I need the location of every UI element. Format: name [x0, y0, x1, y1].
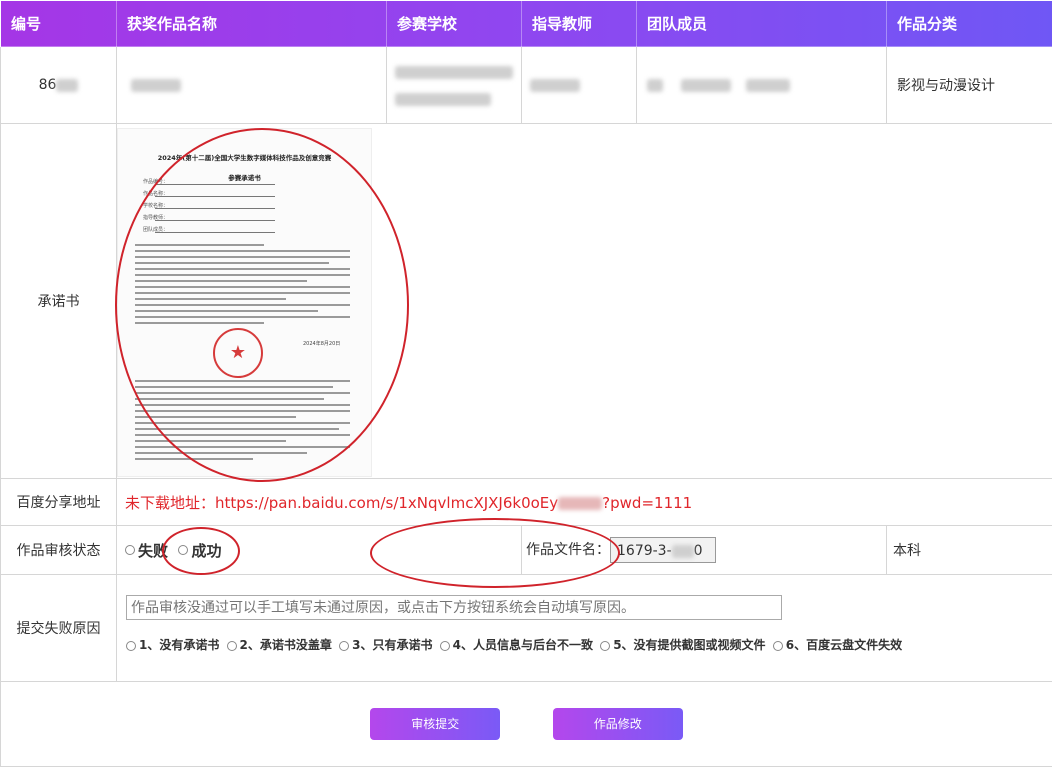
- redacted-block: [56, 78, 79, 92]
- redacted-block: [131, 78, 181, 92]
- degree-cell: 本科: [886, 525, 1052, 575]
- status-success-label: 成功: [191, 541, 222, 560]
- pledge-document-image[interactable]: 2024年(第十二届)全国大学生数字媒体科技作品及创意竞赛 参赛承诺书 作品编号…: [117, 128, 372, 477]
- pledge-doc-title: 2024年(第十二届)全国大学生数字媒体科技作品及创意竞赛: [157, 154, 332, 162]
- entry-team: [636, 46, 887, 124]
- redacted-block: [395, 92, 491, 106]
- status-label: 作品审核状态: [0, 525, 117, 575]
- header-school: 参赛学校: [386, 0, 522, 47]
- reason-label: 提交失败原因: [0, 574, 117, 682]
- redacted-block: [745, 78, 790, 92]
- reason-option-radio[interactable]: [439, 640, 450, 651]
- pledge-doc-date: 2024年8月20日: [303, 341, 341, 347]
- reason-row: 提交失败原因 1、没有承诺书 2、承诺书没盖章 3、只有承诺书 4、人员信息与后…: [0, 574, 1052, 682]
- pledge-row: 承诺书 2024年(第十二届)全国大学生数字媒体科技作品及创意竞赛 参赛承诺书 …: [0, 123, 1052, 479]
- entry-id-text: 86: [38, 77, 57, 93]
- pledge-doc-field: 作品编号：: [143, 179, 275, 185]
- entry-school: [386, 46, 522, 124]
- table-header: 编号 获奖作品名称 参赛学校 指导教师 团队成员 作品分类: [0, 0, 1052, 47]
- reason-options: 1、没有承诺书 2、承诺书没盖章 3、只有承诺书 4、人员信息与后台不一致 5、…: [126, 636, 1052, 653]
- reason-option-radio[interactable]: [339, 640, 350, 651]
- reason-input[interactable]: [126, 595, 782, 620]
- review-table: 编号 获奖作品名称 参赛学校 指导教师 团队成员 作品分类 86 影视与动漫设计…: [0, 0, 1052, 767]
- pledge-label: 承诺书: [0, 123, 117, 479]
- file-name-input[interactable]: 1679-3- 0: [610, 537, 716, 563]
- reason-option-label: 5、没有提供截图或视频文件: [613, 638, 766, 652]
- pledge-doc-body: [135, 244, 350, 328]
- reason-option-radio[interactable]: [126, 640, 136, 651]
- submit-review-button[interactable]: 审核提交: [370, 708, 501, 740]
- entry-id: 86: [0, 46, 117, 124]
- status-row: 作品审核状态 失败 成功 作品文件名： 1679-3- 0 本科: [0, 525, 1052, 575]
- redacted-block: [395, 66, 513, 79]
- pledge-doc-field: 作品名称：: [143, 191, 275, 197]
- redacted-block: [671, 544, 694, 558]
- redacted-block: [647, 78, 663, 92]
- entry-teacher: [521, 46, 637, 124]
- header-id: 编号: [0, 0, 117, 47]
- reason-option-radio[interactable]: [600, 640, 611, 651]
- reason-option-label: 3、只有承诺书: [352, 638, 433, 652]
- file-name-cell: 作品文件名： 1679-3- 0: [521, 525, 887, 575]
- header-team: 团队成员: [636, 0, 887, 47]
- header-teacher: 指导教师: [521, 0, 637, 47]
- pledge-doc-field: 团队成员：: [143, 227, 275, 233]
- status-options: 失败 成功: [116, 525, 522, 575]
- button-row: 审核提交 作品修改: [0, 681, 1052, 767]
- reason-option-label: 2、承诺书没盖章: [239, 638, 332, 652]
- reason-option-label: 4、人员信息与后台不一致: [452, 638, 593, 652]
- button-cell: 审核提交 作品修改: [0, 681, 1052, 767]
- redacted-block: [558, 496, 603, 510]
- share-label: 百度分享地址: [0, 478, 117, 526]
- pledge-doc-field: 学校名称：: [143, 203, 275, 209]
- entry-row: 86 影视与动漫设计: [0, 46, 1052, 124]
- status-success-radio[interactable]: [178, 545, 189, 555]
- pledge-doc-field: 指导教师：: [143, 215, 275, 221]
- pledge-doc-notes: [135, 380, 350, 464]
- redacted-block: [530, 78, 580, 92]
- pledge-doc-fields: 作品编号： 作品名称： 学校名称： 指导教师： 团队成员：: [143, 179, 275, 244]
- pledge-cell: 2024年(第十二届)全国大学生数字媒体科技作品及创意竞赛 参赛承诺书 作品编号…: [116, 123, 1052, 479]
- share-url-cell: 未下载地址：https://pan.baidu.com/s/1xNqvlmcXJ…: [116, 478, 1052, 526]
- header-category: 作品分类: [886, 0, 1052, 47]
- file-name-label: 作品文件名：: [526, 542, 610, 558]
- share-row: 百度分享地址 未下载地址：https://pan.baidu.com/s/1xN…: [0, 478, 1052, 526]
- redacted-block: [681, 78, 732, 92]
- edit-work-button[interactable]: 作品修改: [552, 708, 683, 740]
- reason-option-label: 6、百度云盘文件失效: [785, 638, 903, 652]
- header-work-name: 获奖作品名称: [116, 0, 387, 47]
- status-fail-label: 失败: [138, 541, 169, 560]
- reason-option-label: 1、没有承诺书: [139, 638, 220, 652]
- reason-option-radio[interactable]: [772, 640, 783, 651]
- status-fail-radio[interactable]: [125, 545, 135, 555]
- share-url-link[interactable]: 未下载地址：https://pan.baidu.com/s/1xNqvlmcXJ…: [125, 494, 692, 512]
- entry-work-name: [116, 46, 387, 124]
- entry-category: 影视与动漫设计: [886, 46, 1052, 124]
- reason-option-radio[interactable]: [226, 640, 237, 651]
- reason-cell: 1、没有承诺书 2、承诺书没盖章 3、只有承诺书 4、人员信息与后台不一致 5、…: [116, 574, 1052, 682]
- official-seal-icon: ★: [213, 328, 263, 378]
